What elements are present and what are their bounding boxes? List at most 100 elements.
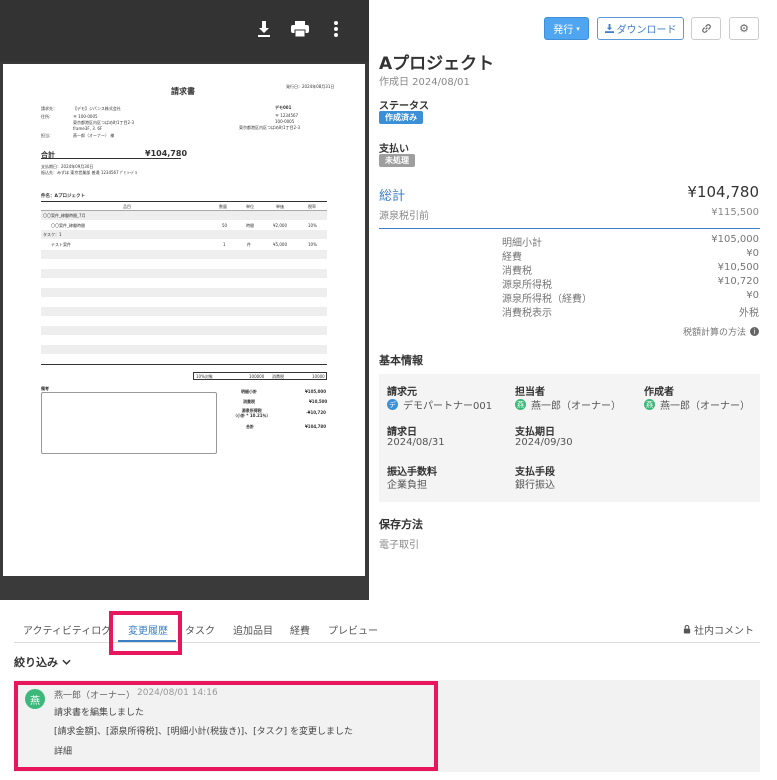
tab-expenses[interactable]: 経費 [290,622,310,637]
doc-row-empty [41,250,327,259]
due-date-label: 支払期日 [515,427,555,438]
doc-notes-label: 備考 [41,386,49,391]
download-icon[interactable] [254,20,274,42]
doc-row-name: 〇〇案件_稼働時間 [51,223,85,228]
doc-row-empty [41,326,327,335]
doc-issue-date: 発行日：2024年08月31日 [286,84,335,89]
doc-contact-value: 燕一郎（オーナー） 様 [73,133,115,138]
doc-row-name: タスク：1 [43,232,62,237]
doc-table-end-rule [41,364,327,365]
doc-to-value: 【デモ】ジパンス株式会社 [73,106,121,111]
doc-row-qty: 1 [223,242,226,247]
status-badge: 作成済み [379,111,423,124]
assignee-label: 担当者 [515,387,545,398]
tab-activity-log[interactable]: アクティビティログ [23,622,111,637]
doc-summary-value: ¥104,780 [305,424,327,429]
viewer-toolbar [0,0,369,62]
pdf-viewer: 請求書 発行日：2024年08月31日 請求先： 【デモ】ジパンス株式会社 住所… [0,0,369,600]
creator-name: 燕一郎（オーナー） [660,401,750,412]
doc-row-unit: 件 [247,242,251,247]
breakdown-label: 明細小計 [502,238,542,249]
due-date-value: 2024/09/30 [515,437,573,448]
status-label: ステータス [379,101,429,112]
tab-additional-items[interactable]: 追加品目 [233,622,273,637]
requester-name: デモパートナー001 [403,401,493,412]
doc-summary-label: 源泉所得税 （小計 * 10.21％） [233,408,271,418]
payment-method-value: 銀行振込 [515,480,555,491]
internal-comment-label: 社内コメント [694,626,754,637]
requester-label: 請求元 [387,387,417,398]
doc-due-line: 支払期日：2024年09月30日 [41,164,94,169]
link-button[interactable] [691,17,721,40]
doc-summary-value: ¥10,500 [309,399,328,404]
doc-right-line: 100-0005 [275,119,295,124]
doc-subject: 件名：Aプロジェクト [41,194,85,199]
doc-summary-label: 明細小計 [241,389,257,394]
basic-info-heading: 基本情報 [379,354,423,367]
breakdown-value: ¥10,500 [717,262,759,273]
doc-contact-label: 担当： [41,133,53,138]
tab-tasks[interactable]: タスク [185,622,215,637]
breakdown-label: 消費税表示 [502,308,552,319]
doc-row-price: ¥2,000 [273,223,287,228]
download-icon [604,24,614,33]
breakdown-value: ¥0 [746,248,759,259]
highlight-change-history [109,611,182,655]
breakdown-label: 源泉所得税（経費） [502,294,592,305]
creator-label: 作成者 [644,387,674,398]
totals-divider [379,228,760,229]
doc-right-title: デモ001 [275,105,292,110]
doc-address-label: 住所： [41,114,53,119]
total-label: 総計 [379,189,406,204]
highlight-history-entry [14,681,438,771]
breakdown-value: ¥0 [746,290,759,301]
created-date: 作成日 2024/08/01 [379,77,470,88]
doc-row-empty [41,345,327,354]
doc-summary-value: -¥10,720 [306,410,326,415]
internal-comment-toggle[interactable]: 社内コメント [683,622,754,637]
tab-preview[interactable]: プレビュー [328,622,378,637]
invoice-page: 請求書 発行日：2024年08月31日 請求先： 【デモ】ジパンス株式会社 住所… [3,64,365,576]
doc-address-line: 〒 100-0005 [73,114,98,119]
requester-avatar: デ [387,399,398,410]
fee-value: 企業負担 [387,480,427,491]
doc-address-line: 東京都港区内区つばめ町1丁目2-3 [73,120,135,125]
doc-summary-value: ¥105,000 [305,389,327,394]
breakdown-label: 消費税 [502,266,532,277]
doc-row-tax: 10% [308,223,317,228]
download-button-label: ダウンロード [616,25,677,36]
breakdown-label: 経費 [502,252,522,263]
download-button[interactable]: ダウンロード [597,17,684,40]
doc-notes-box [41,392,217,454]
doc-summary-label: 消費税 [243,399,255,404]
creator-avatar: 燕 [644,399,655,410]
invoice-date-label: 請求日 [387,427,417,438]
doc-row-name: テスト案件 [51,242,71,247]
doc-row-price: ¥5,000 [273,242,287,247]
project-title: Aプロジェクト [379,54,495,74]
doc-right-line: 〒 1234567 [275,113,299,118]
doc-to-label: 請求先： [41,106,57,111]
chevron-down-icon [62,659,71,665]
doc-col-header: 品目 [123,204,131,209]
doc-bank-line: 振込先：みずほ 東京営業部 普通 1234567 ｱﾞﾓ ｼｰﾃﾞﾙ [41,170,138,175]
doc-row-qty: 50 [222,223,228,228]
print-icon[interactable] [290,20,310,42]
payment-badge: 未処理 [379,154,415,167]
filter-toggle[interactable]: 絞り込み [14,654,71,670]
doc-total-rule [41,158,181,159]
gear-icon: ⚙ [739,22,749,35]
tax-method-link[interactable]: 税額計算の方法 i [683,325,759,338]
doc-tax-summary: 10%対象 100000 消費税 10000 [193,372,327,380]
breakdown-label: 源泉所得税 [502,280,552,291]
assignee-name: 燕一郎（オーナー） [531,401,621,412]
issue-button-label: 発行 [553,25,574,36]
issue-button[interactable]: 発行 ▾ [544,17,589,40]
doc-total-value: ¥104,780 [145,149,188,158]
invoice-date-value: 2024/08/31 [387,437,445,448]
doc-col-header: 単価 [276,204,284,209]
more-vert-icon[interactable] [326,20,346,42]
breakdown-value: 外税 [739,308,759,319]
pre-tax-label: 源泉税引前 [379,211,429,222]
settings-button[interactable]: ⚙ [729,17,759,40]
